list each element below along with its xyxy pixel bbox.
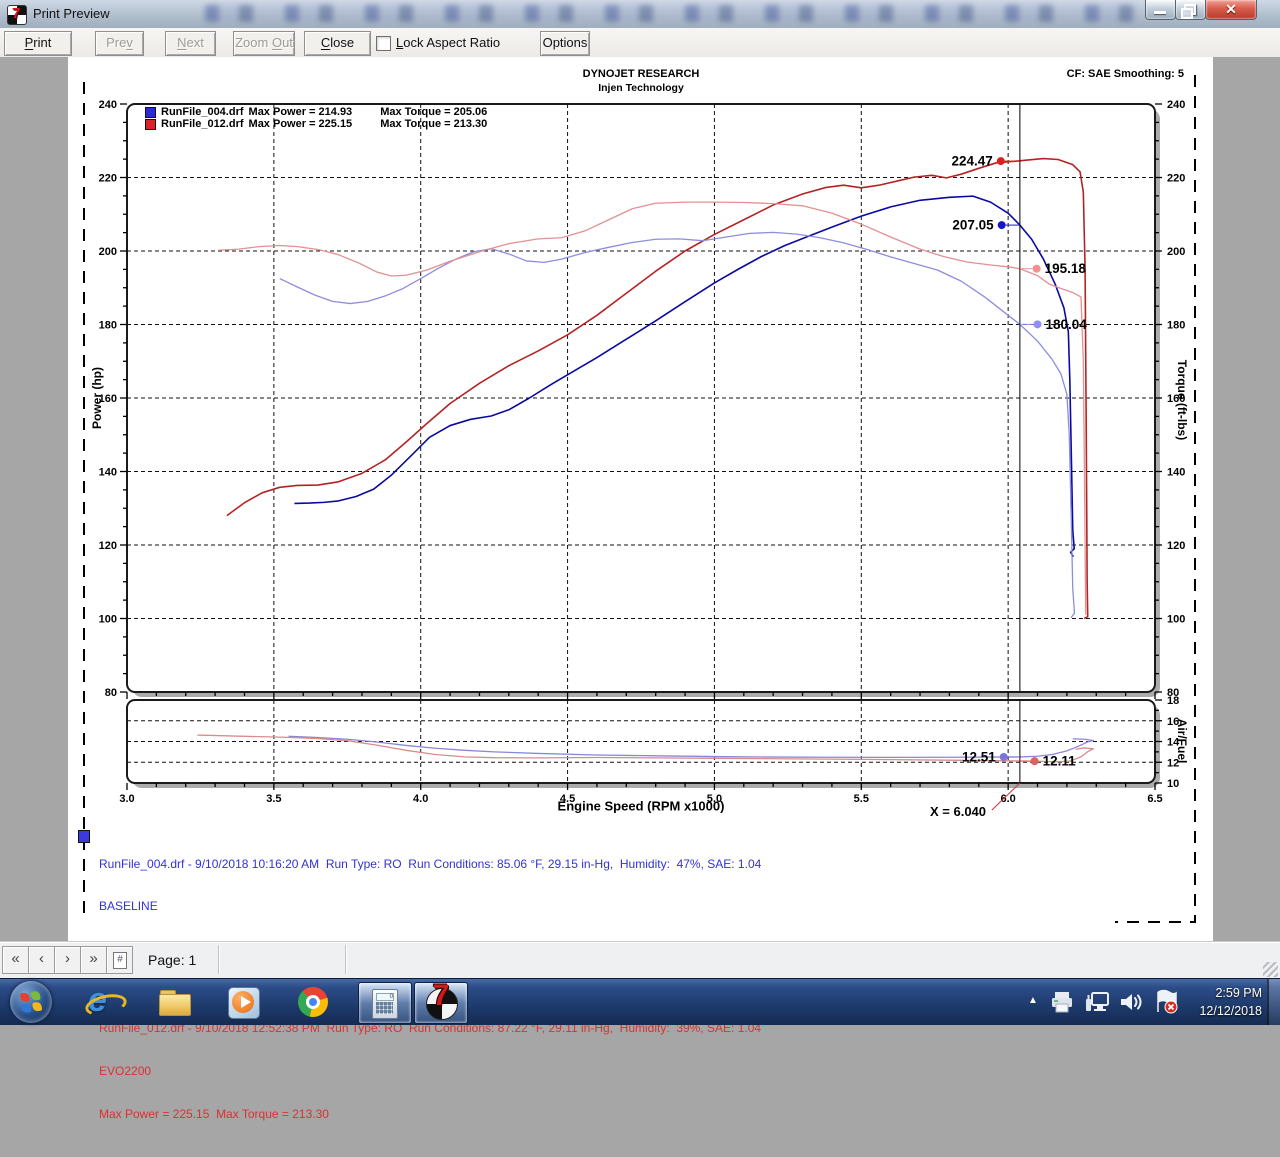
- close-icon: ✕: [1206, 1, 1256, 18]
- minimize-icon: [1154, 11, 1166, 14]
- taskbar: e 0 7 ▲: [0, 978, 1280, 1025]
- preview-area: 8080100100120120140140160160180180200200…: [0, 57, 1280, 941]
- svg-text:10: 10: [1167, 778, 1179, 790]
- svg-text:120: 120: [99, 540, 117, 552]
- next-button: Next: [165, 31, 216, 56]
- page-number-label: Page: 1: [148, 952, 196, 968]
- windows-flag-icon: [20, 991, 43, 1014]
- svg-text:18: 18: [1167, 695, 1179, 707]
- window-title: Print Preview: [33, 6, 110, 21]
- clock-date: 12/12/2018: [1199, 1002, 1262, 1020]
- resize-grip[interactable]: [1263, 962, 1278, 977]
- legend-row-evo2200: RunFile_012.drf Max Power = 225.15 Max T…: [145, 118, 487, 130]
- svg-text:6.5: 6.5: [1147, 793, 1162, 805]
- svg-text:180: 180: [1167, 320, 1185, 332]
- calculator-icon: 0: [372, 989, 398, 1019]
- action-center-icon[interactable]: [1152, 989, 1180, 1015]
- print-button[interactable]: Print: [4, 31, 72, 56]
- page-setup-button[interactable]: #: [106, 946, 133, 974]
- airfuel-axis-label: Air/Fuel: [1175, 719, 1189, 764]
- svg-text:200: 200: [1167, 246, 1185, 258]
- page-setup-icon: #: [113, 952, 127, 969]
- svg-text:80: 80: [105, 687, 117, 699]
- start-button[interactable]: [10, 981, 52, 1023]
- svg-text:5.5: 5.5: [854, 793, 869, 805]
- winpep-taskbar-button[interactable]: 7: [414, 982, 468, 1024]
- taskbar-clock[interactable]: 2:59 PM 12/12/2018: [1199, 984, 1262, 1020]
- restore-button[interactable]: [1175, 0, 1206, 20]
- svg-text:3.0: 3.0: [119, 793, 134, 805]
- legend-swatch-red: [145, 119, 156, 130]
- media-player-icon[interactable]: [226, 985, 260, 1019]
- printer-icon[interactable]: [1049, 989, 1075, 1015]
- svg-text:100: 100: [1167, 614, 1185, 626]
- x-axis-label: Engine Speed (RPM x1000): [558, 799, 725, 814]
- statusbar: « ‹ › » # Page: 1: [0, 941, 1280, 979]
- svg-text:100: 100: [99, 614, 117, 626]
- svg-text:200: 200: [99, 246, 117, 258]
- internet-explorer-icon[interactable]: e: [86, 985, 120, 1019]
- redacted-file-path: [205, 5, 1140, 22]
- svg-text:240: 240: [1167, 99, 1185, 111]
- options-button[interactable]: Options: [540, 31, 590, 56]
- calculator-taskbar-button[interactable]: 0: [358, 982, 412, 1024]
- svg-text:12.51: 12.51: [962, 749, 996, 764]
- volume-icon[interactable]: [1118, 989, 1146, 1015]
- app-icon: 7: [7, 5, 27, 25]
- print-preview-window: 7 Print Preview ✕ Print Prev Next Zoom O…: [0, 0, 1280, 1024]
- close-preview-button[interactable]: Close: [304, 31, 371, 56]
- svg-text:224.47: 224.47: [952, 154, 993, 169]
- svg-text:4.0: 4.0: [413, 793, 428, 805]
- torque-axis-label: Torque (ft-lbs): [1175, 360, 1189, 440]
- legend-row-baseline: RunFile_004.drf Max Power = 214.93 Max T…: [145, 106, 487, 118]
- svg-text:120: 120: [1167, 540, 1185, 552]
- run-swatch-blue: [78, 830, 90, 843]
- legend-swatch-blue: [145, 107, 156, 118]
- network-icon[interactable]: [1084, 989, 1112, 1015]
- report-page: 8080100100120120140140160160180180200200…: [68, 57, 1213, 941]
- zoom-out-button: Zoom Out: [233, 31, 295, 56]
- clock-time: 2:59 PM: [1199, 984, 1262, 1002]
- svg-text:220: 220: [99, 173, 117, 185]
- prev-button: Prev: [95, 31, 144, 56]
- svg-text:140: 140: [1167, 467, 1185, 479]
- prev-page-button[interactable]: ‹: [28, 946, 55, 974]
- chrome-icon[interactable]: [296, 985, 330, 1019]
- svg-text:180.04: 180.04: [1046, 317, 1088, 332]
- cursor-x-readout: X = 6.040: [930, 804, 986, 819]
- svg-text:180: 180: [99, 320, 117, 332]
- svg-text:207.05: 207.05: [952, 218, 994, 233]
- svg-text:140: 140: [99, 467, 117, 479]
- lock-aspect-ratio-label: Lock Aspect Ratio: [396, 35, 500, 50]
- power-axis-label: Power (hp): [90, 367, 104, 429]
- hidden-icons-arrow[interactable]: ▲: [1028, 995, 1038, 1006]
- toolbar: Print Prev Next Zoom Out Close Lock Aspe…: [0, 28, 1280, 58]
- restore-icon: [1184, 4, 1196, 15]
- next-page-button[interactable]: ›: [54, 946, 81, 974]
- windows-explorer-icon[interactable]: [158, 985, 192, 1019]
- svg-text:240: 240: [99, 99, 117, 111]
- svg-text:3.5: 3.5: [266, 793, 281, 805]
- correction-info: CF: SAE Smoothing: 5: [983, 68, 1184, 80]
- titlebar: 7 Print Preview ✕: [0, 0, 1280, 29]
- svg-text:12.11: 12.11: [1043, 754, 1077, 769]
- lock-aspect-ratio-checkbox[interactable]: [376, 36, 391, 51]
- svg-text:220: 220: [1167, 173, 1185, 185]
- chart-legend: RunFile_004.drf Max Power = 214.93 Max T…: [145, 106, 487, 130]
- last-page-button[interactable]: »: [80, 946, 107, 974]
- show-desktop-button[interactable]: [1267, 979, 1280, 1025]
- first-page-button[interactable]: «: [2, 946, 29, 974]
- close-window-button[interactable]: ✕: [1205, 0, 1257, 20]
- report-company: DYNOJET RESEARCH: [491, 68, 791, 80]
- minimize-button[interactable]: [1145, 0, 1176, 20]
- report-subtitle: Injen Technology: [491, 82, 791, 94]
- svg-text:195.18: 195.18: [1045, 261, 1087, 276]
